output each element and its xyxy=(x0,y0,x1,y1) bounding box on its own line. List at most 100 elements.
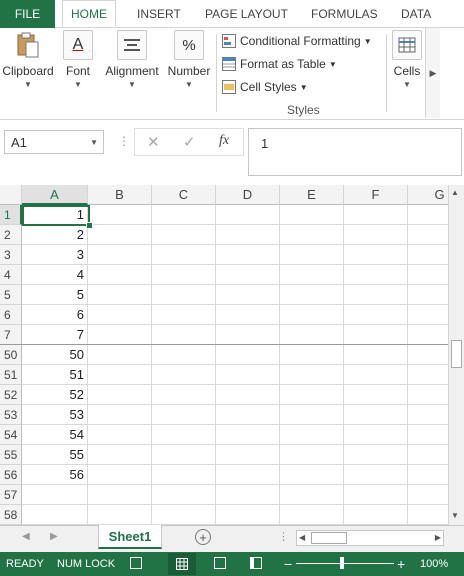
cell[interactable] xyxy=(216,425,280,445)
cell[interactable] xyxy=(216,465,280,485)
row-header[interactable]: 54 xyxy=(0,425,22,445)
cell[interactable] xyxy=(280,405,344,425)
cell[interactable] xyxy=(216,365,280,385)
cell[interactable] xyxy=(216,445,280,465)
cell[interactable] xyxy=(280,345,344,365)
cell[interactable] xyxy=(344,505,408,525)
row-header[interactable]: 58 xyxy=(0,505,22,525)
column-header-e[interactable]: E xyxy=(280,185,344,205)
cell-a[interactable]: 50 xyxy=(22,345,88,365)
cell[interactable] xyxy=(216,385,280,405)
new-sheet-icon[interactable]: + xyxy=(195,529,211,545)
vertical-scrollbar[interactable]: ▲ ▼ xyxy=(448,185,464,525)
cell[interactable] xyxy=(408,325,448,345)
cell[interactable] xyxy=(408,425,448,445)
cells-button[interactable]: Cells ▼ xyxy=(390,30,424,89)
cell[interactable] xyxy=(344,265,408,285)
cell[interactable] xyxy=(88,325,152,345)
cell[interactable] xyxy=(216,485,280,505)
tab-home[interactable]: HOME xyxy=(62,0,116,27)
previous-sheet-icon[interactable]: ◀ xyxy=(22,531,30,542)
tab-page-layout[interactable]: PAGE LAYOUT xyxy=(205,0,288,27)
clipboard-button[interactable]: Clipboard ▼ xyxy=(2,30,54,89)
cell[interactable] xyxy=(152,425,216,445)
cell[interactable] xyxy=(280,225,344,245)
tab-file[interactable]: FILE xyxy=(0,0,55,28)
cell-a[interactable]: 3 xyxy=(22,245,88,265)
cell[interactable] xyxy=(280,425,344,445)
enter-icon[interactable]: ✓ xyxy=(183,133,196,151)
cell[interactable] xyxy=(152,225,216,245)
page-layout-view-icon[interactable] xyxy=(214,557,226,569)
cell[interactable] xyxy=(408,205,448,225)
scrollbar-thumb[interactable] xyxy=(451,340,462,368)
cancel-icon[interactable]: ✕ xyxy=(147,133,160,151)
cell[interactable] xyxy=(408,265,448,285)
scroll-up-icon[interactable]: ▲ xyxy=(451,188,459,197)
cell[interactable] xyxy=(344,385,408,405)
horizontal-scrollbar[interactable]: ◀ ▶ xyxy=(296,530,444,546)
column-header-f[interactable]: F xyxy=(344,185,408,205)
row-header[interactable]: 4 xyxy=(0,265,22,285)
cell[interactable] xyxy=(408,225,448,245)
cell[interactable] xyxy=(152,445,216,465)
cell[interactable] xyxy=(280,505,344,525)
cell-a[interactable]: 2 xyxy=(22,225,88,245)
cell-a[interactable] xyxy=(22,505,88,525)
cell[interactable] xyxy=(88,425,152,445)
cell[interactable] xyxy=(152,245,216,265)
cell[interactable] xyxy=(88,365,152,385)
zoom-slider-thumb[interactable] xyxy=(340,557,344,569)
cell[interactable] xyxy=(408,245,448,265)
cell[interactable] xyxy=(408,465,448,485)
cell[interactable] xyxy=(344,285,408,305)
drag-handle-icon[interactable]: ⋮ xyxy=(278,530,289,543)
name-box[interactable]: A1 ▼ xyxy=(4,130,104,154)
row-header[interactable]: 2 xyxy=(0,225,22,245)
drag-handle-icon[interactable]: ⋮ xyxy=(118,134,130,148)
scroll-right-icon[interactable]: ▶ xyxy=(435,533,441,542)
column-header-a[interactable]: A xyxy=(22,185,88,205)
row-header[interactable]: 50 xyxy=(0,345,22,365)
cell[interactable] xyxy=(344,465,408,485)
row-header[interactable]: 6 xyxy=(0,305,22,325)
row-header[interactable]: 51 xyxy=(0,365,22,385)
cell[interactable] xyxy=(152,325,216,345)
ribbon-scroll-right[interactable]: ▶ xyxy=(425,28,440,118)
cell[interactable] xyxy=(88,285,152,305)
cell[interactable] xyxy=(280,245,344,265)
cell[interactable] xyxy=(152,385,216,405)
cell[interactable] xyxy=(280,365,344,385)
cell[interactable] xyxy=(280,265,344,285)
cell[interactable] xyxy=(216,225,280,245)
row-header[interactable]: 52 xyxy=(0,385,22,405)
cell[interactable] xyxy=(152,345,216,365)
cell[interactable] xyxy=(216,505,280,525)
cell[interactable] xyxy=(344,445,408,465)
next-sheet-icon[interactable]: ▶ xyxy=(50,531,58,542)
cell[interactable] xyxy=(88,345,152,365)
alignment-button[interactable]: Alignment ▼ xyxy=(103,30,161,89)
cell[interactable] xyxy=(88,225,152,245)
column-header-c[interactable]: C xyxy=(152,185,216,205)
cell-styles-button[interactable]: Cell Styles ▼ xyxy=(222,77,308,97)
cell[interactable] xyxy=(408,505,448,525)
row-header[interactable]: 3 xyxy=(0,245,22,265)
cell[interactable] xyxy=(88,405,152,425)
normal-view-button[interactable] xyxy=(168,553,196,575)
page-break-view-icon[interactable] xyxy=(250,557,262,569)
cell[interactable] xyxy=(344,325,408,345)
cell[interactable] xyxy=(408,305,448,325)
format-as-table-button[interactable]: Format as Table ▼ xyxy=(222,54,337,74)
zoom-in-button[interactable]: + xyxy=(397,552,405,576)
cell[interactable] xyxy=(408,405,448,425)
cell-a[interactable]: 56 xyxy=(22,465,88,485)
cell-a[interactable]: 7 xyxy=(22,325,88,345)
cell[interactable] xyxy=(344,425,408,445)
cell[interactable] xyxy=(88,385,152,405)
cell[interactable] xyxy=(344,365,408,385)
row-header[interactable]: 7 xyxy=(0,325,22,345)
cell-a[interactable]: 5 xyxy=(22,285,88,305)
cell[interactable] xyxy=(280,285,344,305)
cell[interactable] xyxy=(88,505,152,525)
